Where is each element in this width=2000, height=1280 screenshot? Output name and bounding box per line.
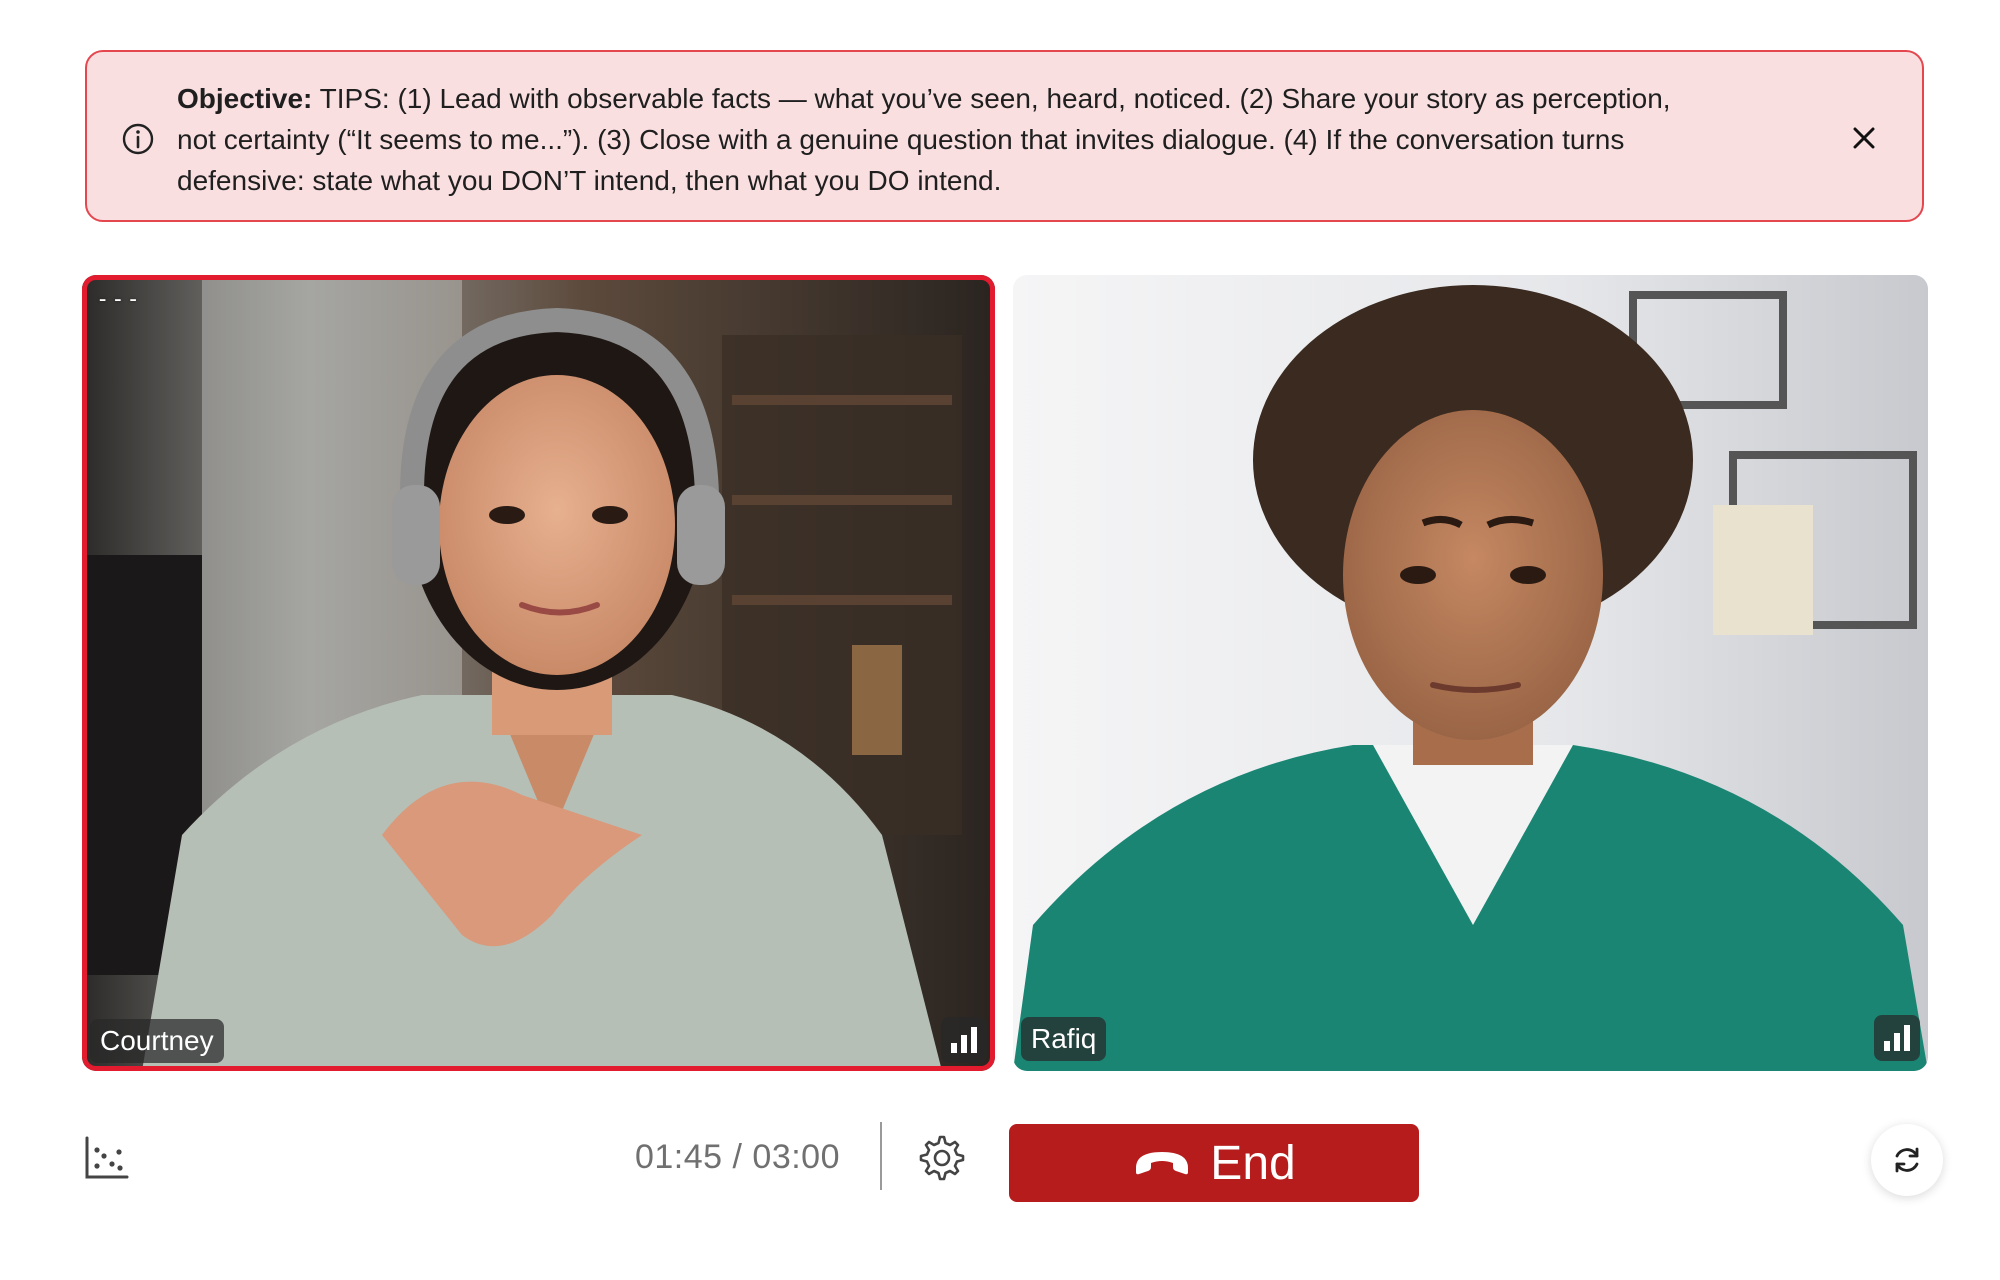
divider: [880, 1122, 882, 1190]
call-controls: 01:45 / 03:00 End: [0, 1110, 2000, 1210]
end-call-label: End: [1210, 1136, 1296, 1190]
participant-name-tag: Courtney: [90, 1019, 224, 1063]
refresh-button[interactable]: [1871, 1124, 1943, 1196]
signal-bars-icon: [1874, 1015, 1920, 1061]
scatter-chart-icon[interactable]: [82, 1134, 130, 1182]
refresh-icon: [1895, 1147, 1919, 1173]
objective-banner: Objective: TIPS: (1) Lead with observabl…: [85, 50, 1924, 222]
video-tile-courtney[interactable]: --- Courtney: [82, 275, 995, 1071]
status-indicator: ---: [96, 287, 142, 312]
participant-video-courtney: [82, 275, 995, 1071]
objective-text: Objective: TIPS: (1) Lead with observabl…: [177, 78, 1717, 201]
info-circle-icon: [122, 123, 154, 155]
end-call-button[interactable]: End: [1009, 1124, 1419, 1202]
video-tile-rafiq[interactable]: Rafiq: [1013, 275, 1928, 1071]
phone-hangup-icon: [1136, 1152, 1189, 1175]
gear-icon[interactable]: [918, 1134, 966, 1182]
objective-label: Objective:: [177, 83, 313, 114]
close-icon[interactable]: [1848, 122, 1880, 154]
call-timer: 01:45 / 03:00: [634, 1138, 840, 1176]
signal-bars-icon: [941, 1017, 987, 1063]
participant-name-tag: Rafiq: [1021, 1017, 1107, 1061]
objective-tips: TIPS: (1) Lead with observable facts — w…: [177, 83, 1671, 196]
participant-video-rafiq: [1013, 275, 1928, 1071]
